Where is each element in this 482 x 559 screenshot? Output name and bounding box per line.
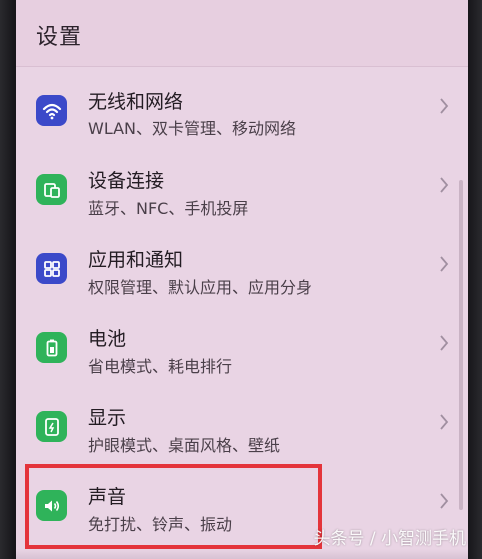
settings-item-device-connection[interactable]: 设备连接 蓝牙、NFC、手机投屏 <box>16 146 468 224</box>
settings-item-wireless-network[interactable]: 无线和网络 WLAN、双卡管理、移动网络 <box>16 68 468 146</box>
wifi-icon <box>36 95 67 126</box>
apps-icon <box>36 253 67 284</box>
chevron-right-icon <box>440 335 449 351</box>
display-icon <box>36 411 67 442</box>
header-divider <box>16 66 468 67</box>
item-title: 无线和网络 <box>88 91 184 113</box>
settings-item-battery[interactable]: 电池 省电模式、耗电排行 <box>16 304 468 382</box>
battery-icon <box>36 332 67 363</box>
chevron-right-icon <box>440 414 449 430</box>
chevron-right-icon <box>440 177 449 193</box>
chevron-right-icon <box>440 256 449 272</box>
watermark-text: 头条号 / 小智测手机 <box>313 529 466 549</box>
item-title: 设备连接 <box>88 170 165 192</box>
item-title: 应用和通知 <box>88 249 184 271</box>
page-title: 设置 <box>36 25 83 50</box>
scrollbar[interactable] <box>459 180 463 510</box>
item-subtitle: 蓝牙、NFC、手机投屏 <box>88 199 249 218</box>
item-subtitle: 省电模式、耗电排行 <box>88 357 233 376</box>
chevron-right-icon <box>440 493 449 509</box>
settings-item-apps-notifications[interactable]: 应用和通知 权限管理、默认应用、应用分身 <box>16 225 468 303</box>
item-title: 电池 <box>88 328 127 350</box>
settings-item-display[interactable]: 显示 护眼模式、桌面风格、壁纸 <box>16 383 468 461</box>
app-header: 设置 <box>16 0 468 66</box>
item-title: 显示 <box>88 407 127 429</box>
list-bottom-fade <box>16 549 468 559</box>
highlight-annotation-box <box>25 464 322 549</box>
item-subtitle: 护眼模式、桌面风格、壁纸 <box>88 436 281 455</box>
item-subtitle: 权限管理、默认应用、应用分身 <box>88 278 313 297</box>
chevron-right-icon <box>440 98 449 114</box>
device-connect-icon <box>36 174 67 205</box>
item-subtitle: WLAN、双卡管理、移动网络 <box>88 119 297 138</box>
